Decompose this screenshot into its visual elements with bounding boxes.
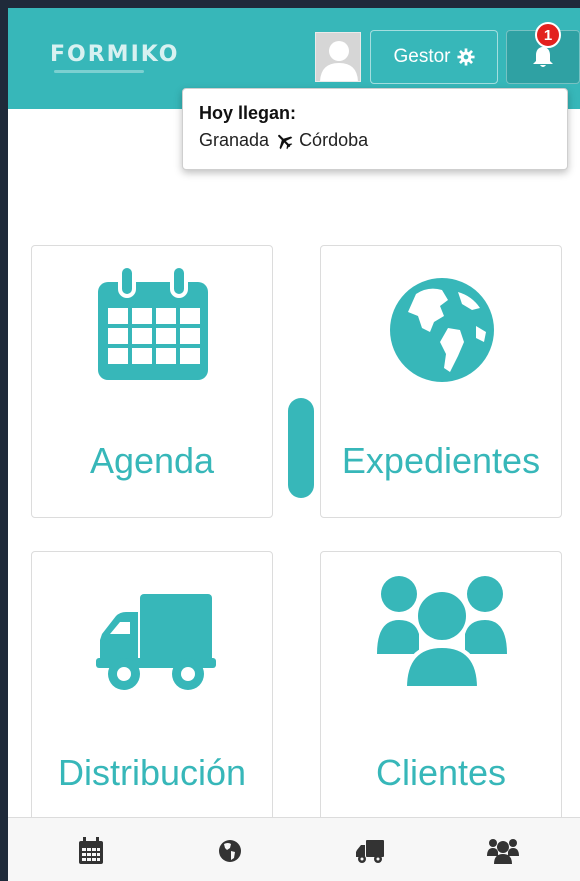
gestor-label: Gestor (393, 46, 451, 67)
app-logo[interactable]: FORMIKO (50, 42, 180, 67)
tile-agenda[interactable]: Agenda (31, 245, 273, 518)
tile-clientes[interactable]: Clientes (320, 551, 562, 824)
avatar[interactable] (315, 32, 361, 82)
truck-icon (96, 594, 216, 690)
popover-title: Hoy llegan: (199, 103, 297, 123)
logo-tagline (54, 70, 144, 73)
users-icon (487, 839, 519, 864)
app-frame: FORMIKO Gestor 1 Hoy llegan: Granada Cór… (8, 8, 580, 881)
calendar-icon (98, 264, 208, 380)
nav-expedientes[interactable] (213, 836, 247, 866)
plane-icon (278, 134, 293, 149)
scroll-handle[interactable] (288, 398, 314, 498)
tile-distribucion[interactable]: Distribución (31, 551, 273, 824)
bell-icon (533, 47, 553, 67)
tile-expedientes[interactable]: Expedientes (320, 245, 562, 518)
tile-label: Agenda (89, 440, 215, 481)
tile-label: Expedientes (341, 440, 541, 481)
route-destination: Córdoba (299, 130, 369, 150)
bottom-nav (8, 817, 580, 881)
users-icon (377, 576, 507, 690)
user-silhouette-icon (316, 33, 360, 81)
nav-agenda[interactable] (74, 836, 108, 866)
notification-badge: 1 (535, 22, 561, 48)
notification-popover: Hoy llegan: Granada Córdoba (182, 88, 568, 170)
nav-clientes[interactable] (486, 836, 520, 866)
calendar-icon (79, 837, 103, 864)
popover-route: Granada Córdoba (199, 130, 551, 151)
truck-icon (356, 840, 384, 863)
globe-icon (219, 840, 241, 862)
tile-label: Clientes (375, 752, 507, 793)
route-origin: Granada (199, 130, 270, 150)
gear-icon (456, 48, 475, 66)
tile-label: Distribución (57, 752, 247, 793)
globe-icon (390, 278, 494, 382)
nav-distribucion[interactable] (353, 836, 387, 866)
gestor-button[interactable]: Gestor (370, 30, 498, 84)
